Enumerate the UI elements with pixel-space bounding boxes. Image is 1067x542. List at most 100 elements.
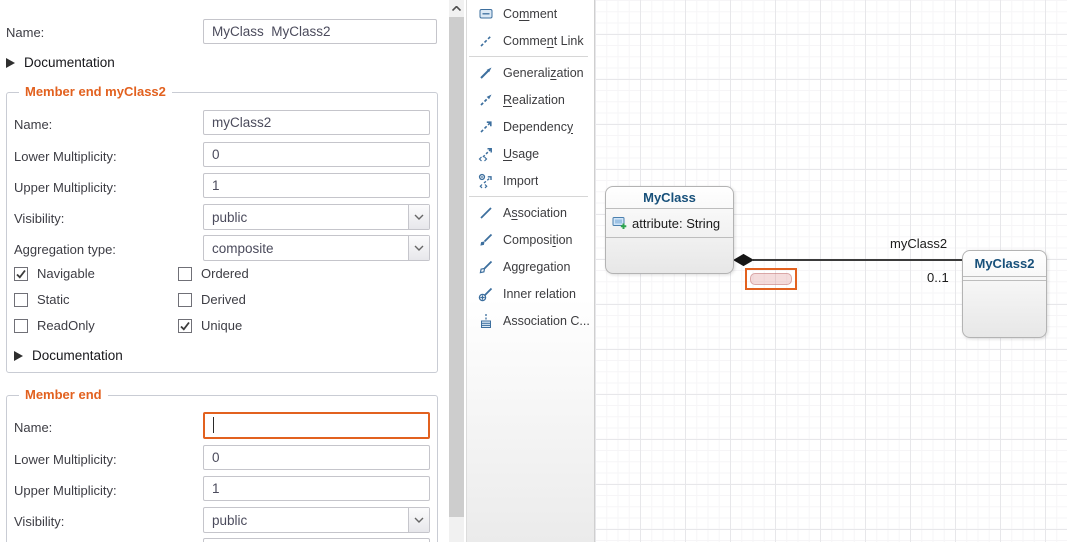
- member-end-myclass2-legend: Member end myClass2: [19, 84, 172, 99]
- vertical-scrollbar[interactable]: [449, 0, 464, 542]
- documentation-label: Documentation: [24, 55, 115, 70]
- lower-multiplicity-label: Lower Multiplicity:: [14, 149, 117, 164]
- palette-item-label: Association: [503, 206, 567, 220]
- checkbox-unchecked-icon[interactable]: [14, 293, 28, 307]
- palette-item-inner-relation[interactable]: Inner relation: [467, 280, 594, 307]
- member1-aggregation-select[interactable]: composite: [203, 235, 430, 261]
- member2-visibility-select[interactable]: public: [203, 507, 430, 533]
- collapsed-triangle-icon: [14, 351, 23, 361]
- attribute-text: attribute: String: [632, 216, 720, 231]
- checkbox-label: Unique: [201, 318, 242, 333]
- documentation-toggle[interactable]: Documentation: [14, 348, 123, 363]
- name-label: Name:: [6, 25, 44, 40]
- palette-item-realization[interactable]: Realization: [467, 86, 594, 113]
- association-icon: [478, 205, 494, 221]
- checkbox-unchecked-icon[interactable]: [178, 293, 192, 307]
- chevron-down-icon[interactable]: [408, 508, 429, 532]
- checkbox-navigable[interactable]: Navigable: [14, 266, 178, 281]
- upper-multiplicity-label: Upper Multiplicity:: [14, 483, 117, 498]
- visibility-selected-value: public: [204, 513, 408, 528]
- member1-upper-multiplicity-input[interactable]: [203, 173, 430, 198]
- checkbox-readonly[interactable]: ReadOnly: [14, 318, 178, 333]
- checkbox-unchecked-icon[interactable]: [178, 267, 192, 281]
- composition-icon: [478, 232, 494, 248]
- chevron-down-icon[interactable]: [408, 236, 429, 260]
- checkbox-checked-icon[interactable]: [178, 319, 192, 333]
- palette-item-import[interactable]: Import: [467, 167, 594, 194]
- palette-item-dependency[interactable]: Dependency: [467, 113, 594, 140]
- class-title: MyClass2: [963, 251, 1046, 277]
- checkbox-unique[interactable]: Unique: [178, 318, 406, 333]
- class-attribute-row[interactable]: attribute: String: [606, 209, 733, 238]
- palette-separator: [469, 196, 588, 197]
- member1-lower-multiplicity-input[interactable]: [203, 142, 430, 167]
- realization-icon: [478, 92, 494, 108]
- association-multiplicity-label[interactable]: 0..1: [927, 270, 949, 285]
- association-name-input[interactable]: [203, 19, 437, 44]
- comment-icon: [478, 6, 494, 22]
- palette-item-comment-link[interactable]: Comment Link: [467, 27, 594, 54]
- association-end-name-label[interactable]: myClass2: [890, 236, 947, 251]
- palette-item-label: Realization: [503, 93, 565, 107]
- name-label: Name:: [14, 420, 52, 435]
- edge-label-editor-field[interactable]: [750, 273, 792, 285]
- palette-item-usage[interactable]: Usage: [467, 140, 594, 167]
- class-box-myclass[interactable]: MyClass attribute: String: [605, 186, 734, 274]
- aggregation-type-label: Aggregation type:: [14, 242, 116, 257]
- diagram-canvas[interactable]: MyClass attribute: String MyClass2 myCla…: [595, 0, 1067, 542]
- checkbox-unchecked-icon[interactable]: [14, 319, 28, 333]
- checkbox-label: ReadOnly: [37, 318, 95, 333]
- member2-aggregation-select[interactable]: [203, 538, 430, 542]
- member1-visibility-select[interactable]: public: [203, 204, 430, 230]
- aggregation-icon: [478, 259, 494, 275]
- palette-item-label: Inner relation: [503, 287, 576, 301]
- inner-relation-icon: [478, 286, 494, 302]
- checkbox-label: Derived: [201, 292, 246, 307]
- scrollbar-thumb[interactable]: [449, 17, 464, 517]
- class-box-myclass2[interactable]: MyClass2: [962, 250, 1047, 338]
- member2-lower-multiplicity-input[interactable]: [203, 445, 430, 470]
- palette-item-label: Dependency: [503, 120, 573, 134]
- import-icon: [478, 173, 494, 189]
- member2-name-input[interactable]: [203, 412, 430, 439]
- scroll-up-button[interactable]: [449, 0, 464, 17]
- documentation-label: Documentation: [32, 348, 123, 363]
- lower-multiplicity-label: Lower Multiplicity:: [14, 452, 117, 467]
- palette-item-label: Aggregation: [503, 260, 570, 274]
- palette-item-label: Association C...: [503, 314, 590, 328]
- visibility-label: Visibility:: [14, 211, 64, 226]
- member1-name-input[interactable]: [203, 110, 430, 135]
- checkbox-ordered[interactable]: Ordered: [178, 266, 406, 281]
- checkbox-static[interactable]: Static: [14, 292, 178, 307]
- visibility-selected-value: public: [204, 210, 408, 225]
- checkbox-label: Ordered: [201, 266, 249, 281]
- palette-separator: [469, 56, 588, 57]
- chevron-down-icon[interactable]: [408, 205, 429, 229]
- name-label: Name:: [14, 117, 52, 132]
- member-end-legend: Member end: [19, 387, 108, 402]
- palette-item-comment[interactable]: Comment: [467, 0, 594, 27]
- properties-panel: Name: Documentation Member end myClass2 …: [0, 0, 449, 542]
- edge-label-editor[interactable]: [745, 268, 797, 290]
- member2-upper-multiplicity-input[interactable]: [203, 476, 430, 501]
- palette-item-label: Comment: [503, 7, 557, 21]
- checkbox-derived[interactable]: Derived: [178, 292, 406, 307]
- text-caret: [213, 417, 214, 433]
- checkbox-checked-icon[interactable]: [14, 267, 28, 281]
- upper-multiplicity-label: Upper Multiplicity:: [14, 180, 117, 195]
- palette-item-aggregation[interactable]: Aggregation: [467, 253, 594, 280]
- association-class-icon: [478, 313, 494, 329]
- generalization-icon: [478, 65, 494, 81]
- palette-item-label: Generalization: [503, 66, 584, 80]
- uml-editor-window: Name: Documentation Member end myClass2 …: [0, 0, 1067, 542]
- checkbox-label: Navigable: [37, 266, 95, 281]
- collapsed-triangle-icon: [6, 58, 15, 68]
- palette-item-generalization[interactable]: Generalization: [467, 59, 594, 86]
- palette-item-label: Usage: [503, 147, 539, 161]
- palette-item-composition[interactable]: Composition: [467, 226, 594, 253]
- palette-item-association-class[interactable]: Association C...: [467, 307, 594, 334]
- relations-palette: Comment Comment Link Generalization Real…: [466, 0, 595, 542]
- documentation-toggle[interactable]: Documentation: [6, 55, 115, 70]
- palette-item-association[interactable]: Association: [467, 199, 594, 226]
- aggregation-selected-value: composite: [204, 241, 408, 256]
